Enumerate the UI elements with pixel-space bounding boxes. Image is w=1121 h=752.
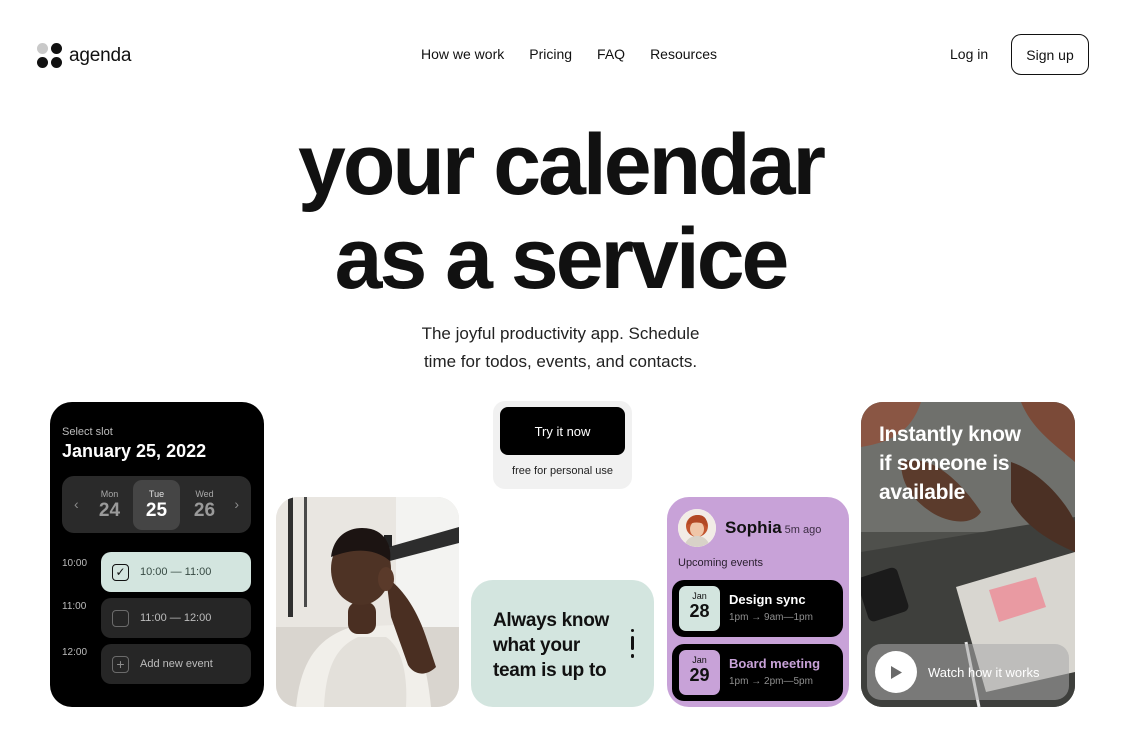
event-day: 28 <box>689 601 710 621</box>
hero-title-line-2: as a service <box>334 211 790 307</box>
event-item[interactable]: Jan 29 Board meeting 1pm → 2pm—5pm <box>672 644 843 701</box>
day-option-tue[interactable]: Tue 25 <box>133 480 180 530</box>
time-slot-range: 10:00 — 11:00 <box>140 566 212 578</box>
availability-line-3: available <box>879 481 966 504</box>
try-it-now-button[interactable]: Try it now <box>500 407 625 455</box>
team-status-card: Always know what your team is up to <box>471 580 654 707</box>
event-day: 29 <box>689 665 710 685</box>
day-name: Tue <box>148 489 165 499</box>
event-date-badge: Jan 28 <box>679 586 720 631</box>
slot-picker-card: Select slot January 25, 2022 ‹ Mon 24 Tu… <box>50 402 264 707</box>
upcoming-events-label: Upcoming events <box>678 557 763 569</box>
slot-time-label: 10:00 <box>62 558 88 569</box>
nav-pricing[interactable]: Pricing <box>529 46 572 62</box>
add-event-label: Add new event <box>140 658 213 670</box>
day-name: Wed <box>195 489 214 499</box>
text-cursor-icon <box>631 629 634 659</box>
day-option-wed[interactable]: Wed 26 <box>181 480 228 530</box>
hero-title-line-1: your calendar <box>298 117 826 213</box>
slot-time-label: 12:00 <box>62 647 88 658</box>
watch-video-button[interactable]: Watch how it works <box>867 644 1069 700</box>
event-item[interactable]: Jan 28 Design sync 1pm → 9am—1pm <box>672 580 843 637</box>
contact-name: Sophia 5m ago <box>725 518 821 538</box>
checkbox-checked-icon[interactable]: ✓ <box>112 563 129 581</box>
event-time: 1pm → 2pm—5pm <box>729 676 813 687</box>
day-number: 25 <box>145 500 168 521</box>
nav-faq[interactable]: FAQ <box>597 46 625 62</box>
event-month: Jan <box>692 591 707 601</box>
event-title: Design sync <box>729 592 806 607</box>
video-card: Instantly know if someone is available W… <box>861 402 1075 707</box>
nav-resources[interactable]: Resources <box>650 46 717 62</box>
hero-subtitle: The joyful productivity app. Schedule ti… <box>0 320 1121 376</box>
man-on-phone-photo <box>276 497 459 707</box>
team-status-line-1: Always know <box>493 610 610 631</box>
team-status-line-2: what your <box>493 635 581 656</box>
event-date-badge: Jan 29 <box>679 650 720 695</box>
selected-date: January 25, 2022 <box>62 441 207 461</box>
availability-line-2: if someone is <box>879 452 1010 475</box>
add-event-slot[interactable]: + Add new event <box>101 644 251 684</box>
time-slot-range: 11:00 — 12:00 <box>140 612 212 624</box>
play-icon[interactable] <box>875 651 917 693</box>
cta-note: free for personal use <box>512 465 613 477</box>
availability-line-1: Instantly know <box>879 423 1021 446</box>
chevron-right-icon[interactable]: › <box>234 496 239 512</box>
signup-button[interactable]: Sign up <box>1011 34 1089 75</box>
day-name: Mon <box>100 489 119 499</box>
slot-time-label: 11:00 <box>62 601 87 612</box>
team-status-text: Always know what your team is up to <box>493 608 609 683</box>
avatar[interactable] <box>678 509 716 547</box>
last-seen: 5m ago <box>784 524 822 536</box>
day-selector: ‹ Mon 24 Tue 25 Wed 26 › <box>62 476 251 533</box>
event-time: 1pm → 9am—1pm <box>729 612 813 623</box>
hero-subtitle-line-2: time for todos, events, and contacts. <box>423 352 698 371</box>
contact-name-text: Sophia <box>725 518 782 537</box>
chevron-left-icon[interactable]: ‹ <box>74 496 79 512</box>
logo-dots-icon <box>37 43 62 68</box>
day-option-mon[interactable]: Mon 24 <box>86 480 133 530</box>
availability-headline: Instantly know if someone is available <box>879 420 1059 507</box>
main-nav: How we work Pricing FAQ Resources <box>421 46 717 62</box>
watch-video-label: Watch how it works <box>928 664 1040 680</box>
plus-icon: + <box>112 655 129 673</box>
login-link[interactable]: Log in <box>950 46 988 62</box>
team-status-line-3: team is up to <box>493 660 607 681</box>
time-slot[interactable]: 11:00 — 12:00 <box>101 598 251 638</box>
day-number: 24 <box>98 500 121 521</box>
checkbox-empty-icon[interactable] <box>112 609 129 627</box>
day-number: 26 <box>193 500 216 521</box>
brand-name: agenda <box>69 44 132 66</box>
time-slot-selected[interactable]: ✓ 10:00 — 11:00 <box>101 552 251 592</box>
contact-card: Sophia 5m ago Upcoming events Jan 28 Desi… <box>667 497 849 707</box>
play-triangle <box>891 665 902 679</box>
photo-illustration <box>276 497 459 707</box>
hero-subtitle-line-1: The joyful productivity app. Schedule <box>421 324 700 343</box>
event-title: Board meeting <box>729 656 821 671</box>
hero-title: your calendar as a service <box>0 118 1121 306</box>
slot-picker-label: Select slot <box>62 426 113 438</box>
brand-logo[interactable]: agenda <box>37 43 131 68</box>
event-month: Jan <box>692 655 707 665</box>
nav-how-we-work[interactable]: How we work <box>421 46 504 62</box>
avatar-portrait <box>678 509 716 547</box>
cta-box: Try it now free for personal use <box>493 401 632 489</box>
